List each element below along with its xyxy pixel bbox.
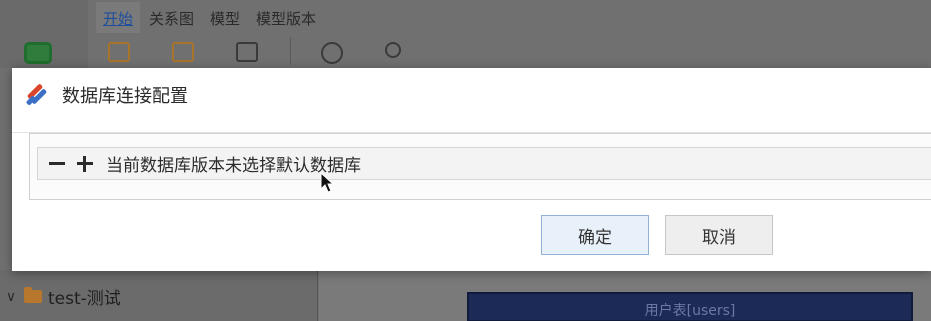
connection-config-panel: 当前数据库版本未选择默认数据库	[29, 133, 931, 200]
dialog-header: 数据库连接配置	[12, 68, 931, 122]
app-sidebar-top	[0, 0, 88, 68]
chevron-down-icon[interactable]: ∨	[4, 289, 18, 305]
menu-model[interactable]: 模型	[203, 2, 247, 33]
toolbar	[88, 34, 931, 68]
save-model-icon[interactable]	[24, 42, 52, 64]
model-tree-panel: ∨ test-测试	[0, 270, 318, 321]
dialog-title: 数据库连接配置	[62, 86, 188, 107]
tree-item[interactable]: ∨ test-测试	[4, 284, 121, 309]
diagram-canvas[interactable]: 用户表[users]	[319, 270, 931, 321]
toolbar-divider	[290, 37, 291, 65]
open-button[interactable]	[88, 34, 152, 68]
menu-relationship-diagram[interactable]: 关系图	[142, 2, 201, 33]
entity-card-label: 用户表[users]	[644, 303, 736, 319]
db-connection-dialog: 数据库连接配置 当前数据库版本未选择默认数据库 确定 取消	[12, 68, 931, 271]
tree-item-label: test-测试	[48, 289, 121, 309]
link-icon	[385, 42, 401, 58]
dialog-logo-icon	[24, 82, 50, 108]
gear-icon	[321, 42, 343, 64]
new-folder-icon	[172, 42, 194, 62]
ok-button[interactable]: 确定	[541, 215, 649, 255]
open-folder-icon	[108, 42, 130, 62]
save-button[interactable]	[216, 34, 280, 68]
minus-icon[interactable]	[48, 155, 66, 173]
settings-button[interactable]	[301, 34, 365, 68]
entity-card[interactable]: 用户表[users]	[467, 292, 913, 321]
save-icon	[236, 42, 258, 62]
cancel-button[interactable]: 取消	[665, 215, 773, 255]
menu-start[interactable]: 开始	[96, 1, 141, 33]
mouse-pointer-icon	[320, 172, 334, 193]
new-button[interactable]	[152, 34, 216, 68]
folder-icon	[24, 287, 42, 303]
connection-button[interactable]	[365, 34, 429, 68]
menu-model-version[interactable]: 模型版本	[249, 2, 323, 33]
config-toolbar-row: 当前数据库版本未选择默认数据库	[37, 147, 931, 180]
plus-icon[interactable]	[76, 155, 94, 173]
menu-bar: 开始 关系图 模型 模型版本	[88, 0, 931, 34]
